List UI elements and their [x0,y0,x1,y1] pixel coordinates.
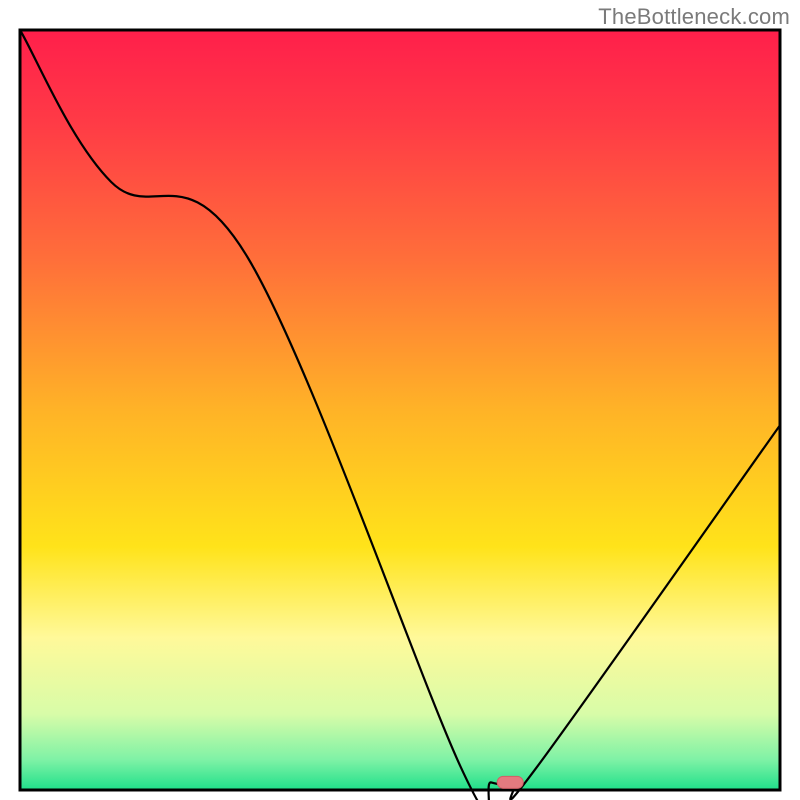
bottleneck-chart [0,0,800,800]
chart-container: TheBottleneck.com [0,0,800,800]
optimal-point-marker [497,776,523,788]
plot-background [20,30,780,790]
